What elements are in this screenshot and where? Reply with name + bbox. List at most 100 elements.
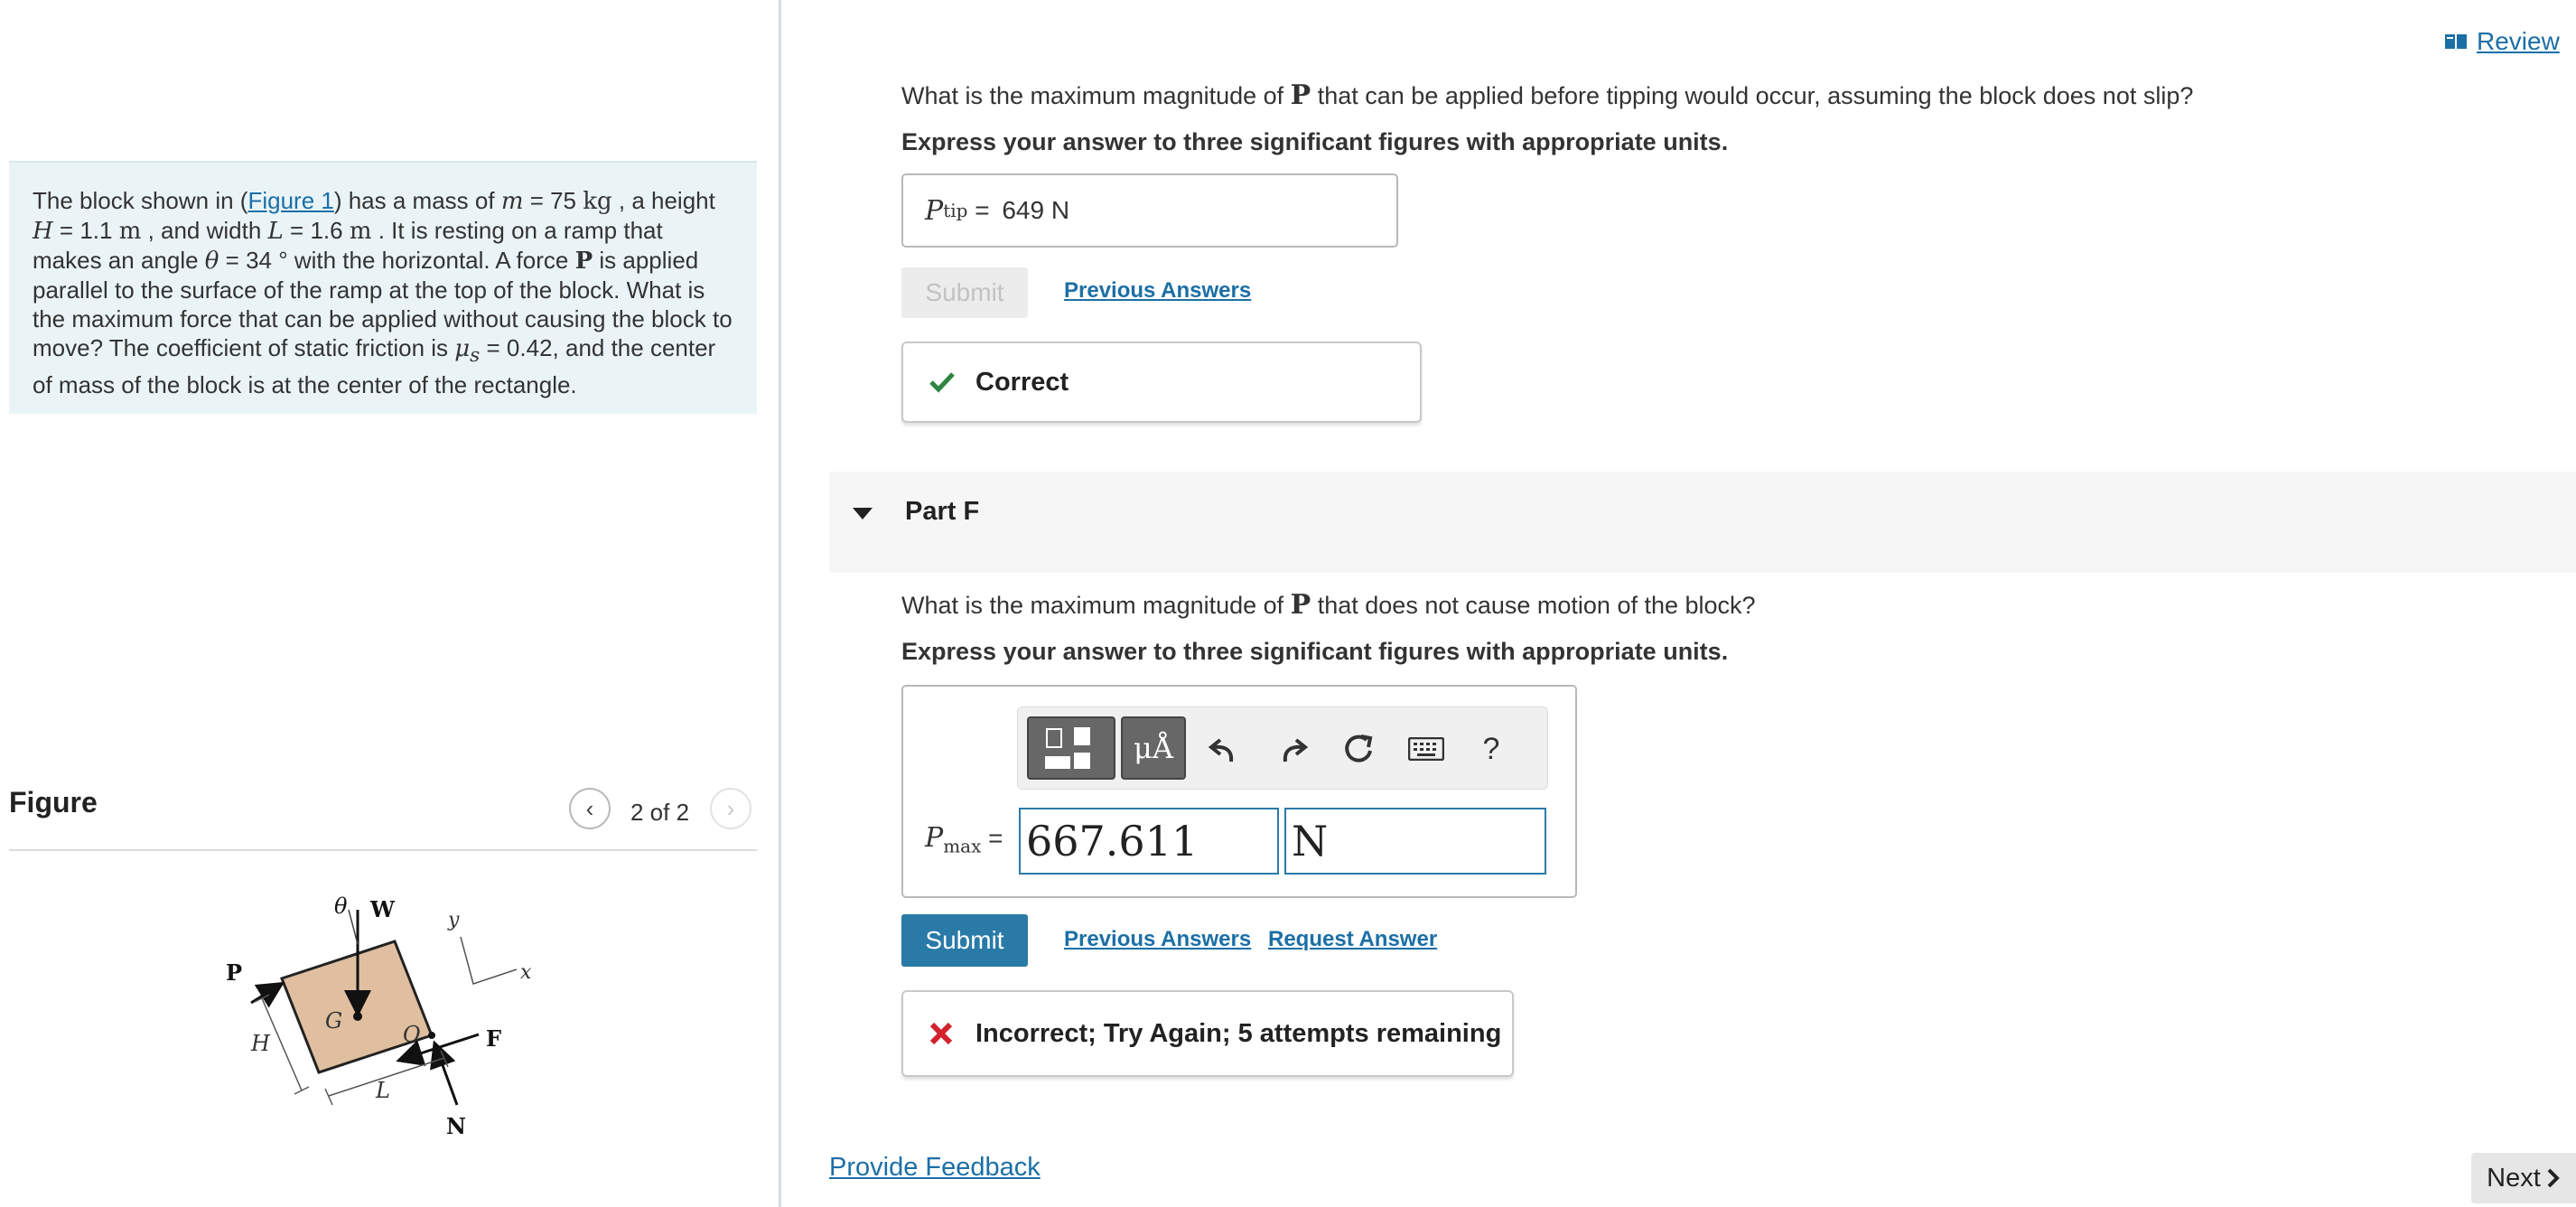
force-symbol: P	[1290, 589, 1311, 621]
answer-symbol: P	[925, 194, 944, 227]
part-f-question: What is the maximum magnitude of P that …	[901, 589, 1756, 621]
question-text: What is the maximum magnitude of	[901, 592, 1291, 619]
reset-button[interactable]	[1339, 729, 1379, 769]
height-symbol: H	[33, 218, 53, 245]
tip-point	[428, 1032, 435, 1039]
part-e-feedback: Correct	[901, 342, 1422, 423]
theta-label: θ	[334, 894, 348, 919]
help-button[interactable]: ?	[1471, 729, 1511, 769]
w-label: W	[369, 896, 396, 922]
part-f-instruction: Express your answer to three significant…	[901, 638, 1729, 665]
request-answer-link[interactable]: Request Answer	[1268, 927, 1437, 952]
pane-divider[interactable]	[779, 0, 781, 1207]
part-f-submit-button[interactable]: Submit	[901, 914, 1028, 967]
caret-down-icon	[853, 508, 873, 519]
mass-symbol: m	[500, 188, 524, 215]
part-f-feedback: Incorrect; Try Again; 5 attempts remaini…	[901, 990, 1514, 1077]
width-symbol: L	[267, 218, 284, 245]
h-label: H	[250, 1031, 271, 1056]
axes-lines	[460, 936, 518, 985]
answer-symbol: P	[925, 822, 944, 854]
part-f-answer-panel: μÅ ? Pmax = 667.611 N	[901, 685, 1577, 898]
undo-button[interactable]	[1204, 729, 1244, 769]
keyboard-icon	[1408, 737, 1444, 761]
provide-feedback-link[interactable]: Provide Feedback	[829, 1153, 1041, 1183]
question-text: that does not cause motion of the block?	[1311, 592, 1756, 619]
figure-counter: 2 of 2	[630, 799, 690, 826]
center-of-mass	[353, 1012, 362, 1021]
mass-value: = 75	[523, 187, 583, 214]
templates-icon	[1045, 727, 1090, 769]
undo-icon	[1208, 738, 1234, 763]
equals-sign: =	[967, 196, 997, 224]
redo-icon	[1283, 738, 1309, 763]
part-f-header[interactable]: Part F	[829, 472, 2576, 573]
width-value: = 1.6	[283, 217, 350, 244]
question-text: What is the maximum magnitude of	[901, 82, 1291, 109]
part-e-answer-value: 649 N	[1002, 196, 1070, 224]
p-label: P	[226, 959, 242, 986]
part-e-submit-button: Submit	[901, 267, 1028, 318]
question-text: that can be applied before tipping would…	[1311, 82, 2194, 109]
n-label: N	[446, 1113, 466, 1139]
answer-unit-input[interactable]: N	[1284, 808, 1546, 875]
symbols-label: μÅ	[1134, 731, 1173, 765]
keyboard-button[interactable]	[1406, 729, 1446, 769]
width-unit: m	[349, 218, 372, 245]
part-f-variable-label: Pmax =	[925, 822, 1010, 857]
help-icon: ?	[1482, 731, 1500, 766]
problem-statement: The block shown in (Figure 1) has a mass…	[9, 161, 757, 414]
figure-next-button[interactable]: ›	[710, 788, 751, 829]
force-symbol: P	[574, 248, 593, 275]
part-f-previous-answers-link[interactable]: Previous Answers	[1064, 927, 1251, 952]
problem-text: , and width	[141, 217, 268, 244]
answer-subscript: tip	[943, 200, 968, 221]
y-label: y	[447, 909, 460, 931]
redo-button[interactable]	[1273, 729, 1312, 769]
templates-button[interactable]	[1027, 716, 1115, 780]
reset-icon	[1345, 734, 1373, 763]
figure-header: Figure ‹ 2 of 2 ›	[9, 786, 757, 851]
equals-sign: =	[981, 824, 1011, 852]
problem-text: The block shown in (	[33, 187, 248, 214]
g-label: G	[325, 1008, 342, 1034]
problem-text: ) has a mass of	[333, 187, 501, 214]
answer-subscript: max	[943, 835, 982, 857]
next-label: Next	[2487, 1163, 2541, 1193]
f-label: F	[486, 1025, 501, 1052]
chevron-right-icon: ›	[726, 794, 735, 822]
checkmark-icon	[929, 372, 955, 393]
mu-symbol: μ	[454, 335, 471, 362]
l-tick-left	[324, 1088, 333, 1106]
part-f-title: Part F	[905, 497, 980, 526]
part-e-instruction: Express your answer to three significant…	[901, 128, 1729, 155]
mass-unit: kg	[583, 188, 612, 215]
l-label: L	[375, 1078, 390, 1103]
book-icon	[2445, 34, 2467, 49]
force-symbol: P	[1290, 80, 1311, 111]
mu-subscript: s	[470, 344, 481, 368]
math-toolbar: μÅ ?	[1017, 706, 1548, 790]
problem-text: , a height	[611, 187, 715, 214]
angle-symbol: θ	[204, 248, 219, 275]
part-e-previous-answers-link[interactable]: Previous Answers	[1064, 278, 1251, 304]
feedback-label: Correct	[975, 367, 1069, 397]
chevron-left-icon: ‹	[585, 794, 594, 822]
figure-title: Figure	[9, 786, 98, 819]
x-label: x	[520, 961, 532, 984]
answer-value-input[interactable]: 667.611	[1019, 808, 1279, 875]
review-link[interactable]: Review	[2444, 27, 2560, 56]
left-pane: The block shown in (Figure 1) has a mass…	[0, 0, 779, 1207]
figure-link[interactable]: Figure 1	[247, 187, 333, 214]
part-e-question: What is the maximum magnitude of P that …	[901, 80, 2193, 111]
force-p-arrow	[250, 981, 285, 1008]
next-button[interactable]: Next	[2471, 1153, 2576, 1203]
review-label: Review	[2477, 27, 2560, 55]
o-label: O	[403, 1022, 421, 1047]
normal-arrow	[430, 1040, 459, 1106]
figure-prev-button[interactable]: ‹	[569, 788, 611, 829]
angle-value: = 34 ° with the horizontal. A force	[219, 247, 575, 274]
chevron-right-icon	[2547, 1168, 2560, 1188]
feedback-label: Incorrect; Try Again; 5 attempts remaini…	[975, 1018, 1502, 1048]
symbols-button[interactable]: μÅ	[1121, 716, 1186, 780]
